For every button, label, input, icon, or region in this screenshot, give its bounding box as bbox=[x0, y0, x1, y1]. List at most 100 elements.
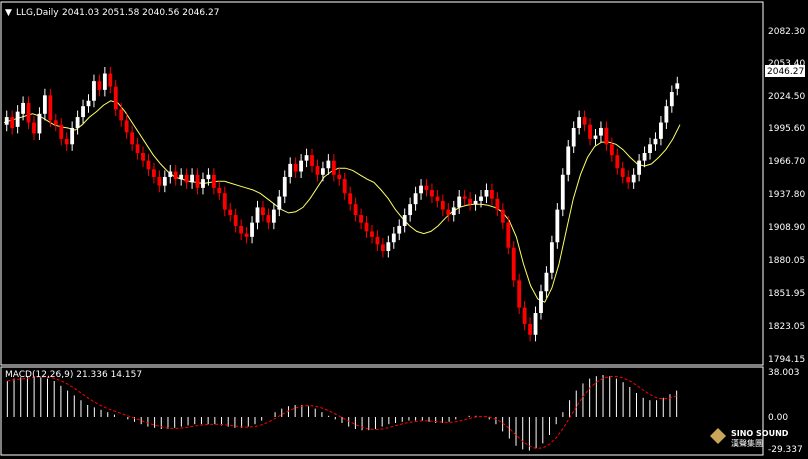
candle bbox=[288, 157, 293, 184]
candle-body bbox=[490, 190, 494, 199]
candle bbox=[184, 168, 189, 189]
candle-body bbox=[206, 174, 211, 180]
candle bbox=[637, 154, 642, 182]
candle bbox=[653, 132, 658, 151]
candle-body bbox=[113, 86, 118, 110]
candle bbox=[250, 216, 254, 244]
candle-body bbox=[173, 171, 178, 180]
candle-body bbox=[397, 225, 402, 234]
candle-body bbox=[331, 160, 336, 175]
candle-body bbox=[495, 198, 500, 210]
candle bbox=[15, 105, 20, 134]
candle-body bbox=[244, 233, 249, 237]
candle bbox=[244, 227, 249, 244]
candle bbox=[32, 115, 36, 140]
candle bbox=[604, 121, 609, 151]
ma-fast-line bbox=[3, 100, 681, 303]
candle bbox=[468, 192, 473, 211]
candle-body bbox=[282, 176, 287, 197]
candle bbox=[266, 208, 271, 230]
candle bbox=[26, 96, 31, 130]
candle-body bbox=[484, 190, 489, 197]
candle bbox=[293, 157, 298, 179]
price-panel-border bbox=[0, 1, 764, 366]
candle-body bbox=[582, 117, 587, 125]
candle bbox=[353, 197, 358, 222]
candle-body bbox=[255, 207, 260, 223]
candle-body bbox=[102, 73, 107, 90]
candle-body bbox=[32, 122, 36, 134]
chart-canvas[interactable]: ▼ LLG,Daily 2041.03 2051.58 2040.56 2046… bbox=[0, 0, 808, 459]
candle-body bbox=[424, 185, 429, 191]
candle bbox=[233, 208, 238, 233]
candle bbox=[539, 284, 543, 320]
candle-body bbox=[184, 174, 189, 183]
candle-body bbox=[228, 209, 233, 216]
candle-body bbox=[609, 144, 614, 156]
candle bbox=[648, 137, 652, 160]
candle-body bbox=[64, 138, 69, 145]
menu-triangle-icon[interactable]: ▼ bbox=[5, 8, 12, 18]
candle bbox=[211, 168, 216, 195]
candle bbox=[86, 94, 91, 113]
candle-body bbox=[615, 155, 620, 169]
candle bbox=[348, 186, 353, 211]
candle-body bbox=[48, 95, 53, 121]
price-tick: 1995.60 bbox=[768, 124, 805, 134]
candle-body bbox=[310, 155, 314, 167]
candle bbox=[375, 230, 380, 251]
candle-body bbox=[544, 272, 549, 292]
candle bbox=[173, 164, 178, 186]
candle-body bbox=[626, 176, 631, 183]
candle-body bbox=[653, 138, 658, 145]
candle-body bbox=[141, 153, 145, 161]
candle bbox=[168, 164, 173, 184]
candle bbox=[582, 110, 587, 132]
candle-body bbox=[86, 100, 91, 107]
candle bbox=[577, 110, 582, 135]
current-price-label: 2046.27 bbox=[767, 67, 804, 77]
candle-body bbox=[261, 207, 265, 216]
candle-body bbox=[119, 109, 124, 121]
candle-body bbox=[419, 185, 423, 194]
candle-body bbox=[217, 187, 222, 194]
ohlc-readout: 2041.03 2051.58 2040.56 2046.27 bbox=[62, 8, 219, 18]
price-tick: 1966.70 bbox=[768, 157, 805, 167]
candle bbox=[141, 146, 145, 168]
candle-body bbox=[233, 215, 238, 226]
candle-body bbox=[500, 209, 505, 223]
candle bbox=[495, 192, 500, 217]
candle bbox=[544, 266, 549, 298]
candle bbox=[113, 80, 118, 116]
candle-body bbox=[21, 102, 25, 114]
candle-body bbox=[599, 127, 603, 136]
candle bbox=[620, 161, 625, 184]
candle-body bbox=[669, 92, 674, 107]
candle bbox=[124, 113, 129, 139]
candle bbox=[555, 203, 560, 249]
candle-body bbox=[277, 196, 282, 210]
candle bbox=[370, 224, 374, 244]
candle-body bbox=[522, 307, 527, 324]
candle bbox=[659, 115, 663, 146]
candle-body bbox=[631, 174, 636, 183]
candle bbox=[397, 219, 402, 241]
candle bbox=[64, 132, 69, 151]
candle-body bbox=[659, 122, 663, 139]
candle bbox=[484, 183, 489, 204]
candle-body bbox=[549, 242, 554, 273]
candle-body bbox=[620, 168, 625, 177]
candle bbox=[239, 219, 244, 241]
symbol-label: LLG,Daily bbox=[16, 8, 59, 18]
candle bbox=[490, 183, 494, 206]
candle-body bbox=[342, 179, 347, 194]
candle bbox=[75, 110, 80, 135]
candle-body bbox=[37, 113, 42, 134]
candle bbox=[664, 99, 669, 130]
candle-body bbox=[457, 196, 462, 208]
price-axis: 2082.30 2053.40 2024.50 1995.60 1966.70 … bbox=[768, 27, 805, 365]
candle bbox=[566, 139, 571, 182]
candle bbox=[571, 121, 576, 154]
candle-body bbox=[321, 168, 325, 175]
candle bbox=[4, 110, 9, 132]
